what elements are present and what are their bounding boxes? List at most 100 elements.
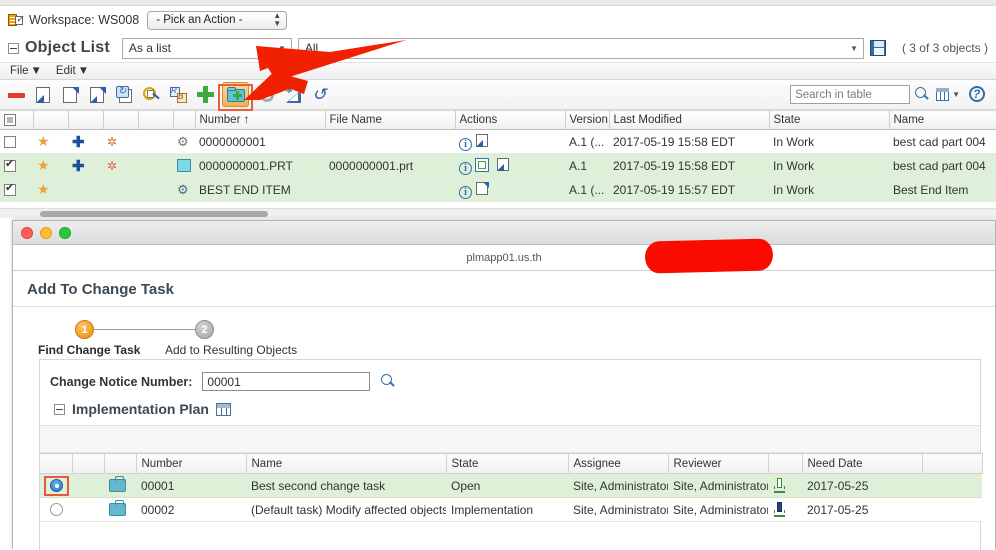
row-radio-selected[interactable] bbox=[50, 478, 63, 492]
row-checkbox[interactable] bbox=[4, 157, 16, 172]
wizard-step-2-label[interactable]: Add to Resulting Objects bbox=[165, 343, 297, 357]
collapse-toggle-icon[interactable]: − bbox=[54, 403, 65, 415]
magnifier-icon[interactable] bbox=[380, 374, 395, 389]
info-icon[interactable]: i bbox=[459, 137, 472, 151]
table-row[interactable]: 00002 (Default task) Modify affected obj… bbox=[40, 497, 982, 522]
refresh-object-icon[interactable]: ↻ bbox=[114, 84, 136, 106]
row-number[interactable]: BEST END ITEM bbox=[195, 177, 325, 202]
column-header-number[interactable]: Number ↑ bbox=[195, 110, 326, 130]
column-header-need-date[interactable]: Need Date bbox=[802, 453, 923, 474]
table-row[interactable]: ★ ✚ ✲ 0000000001.PRT 0000000001.prt i bbox=[0, 153, 996, 178]
row-radio-cell[interactable] bbox=[40, 497, 72, 522]
row-add-cell[interactable]: ✚ bbox=[68, 129, 103, 154]
refresh-icon[interactable]: ↺ bbox=[310, 84, 332, 106]
horizontal-scrollbar[interactable] bbox=[0, 208, 996, 218]
wizard-step-2[interactable]: 2 bbox=[195, 320, 214, 339]
search-input[interactable]: Search in table bbox=[790, 85, 911, 104]
asterisk-icon[interactable]: ✲ bbox=[107, 159, 117, 173]
table-row[interactable]: ★ ✚ ✲ ⚙ 0000000001 i A.1 (... 2017-05-19… bbox=[0, 129, 996, 154]
rename-icon[interactable]: R B bbox=[168, 84, 190, 106]
column-header-type[interactable] bbox=[173, 110, 196, 130]
column-header-priority[interactable] bbox=[768, 453, 803, 474]
view-details-icon[interactable] bbox=[475, 157, 490, 172]
row-actions-cell[interactable]: i bbox=[455, 129, 565, 154]
checkout-icon[interactable] bbox=[475, 133, 490, 148]
save-icon[interactable] bbox=[869, 40, 886, 56]
column-header-actions[interactable]: Actions bbox=[455, 110, 566, 130]
close-button[interactable] bbox=[21, 226, 33, 239]
select-all-header[interactable] bbox=[0, 110, 34, 130]
copy-document-icon[interactable] bbox=[475, 181, 490, 196]
column-header-version[interactable]: Version bbox=[565, 110, 610, 130]
row-checkbox[interactable] bbox=[4, 181, 16, 196]
column-header-expand[interactable] bbox=[68, 110, 104, 130]
add-new-icon[interactable] bbox=[195, 84, 217, 106]
column-header-state[interactable]: State bbox=[446, 453, 569, 474]
url-bar[interactable]: plmapp01.us.th bbox=[13, 245, 995, 271]
info-icon[interactable]: i bbox=[459, 185, 472, 199]
column-header-state[interactable]: State bbox=[769, 110, 890, 130]
wizard-step-1-label[interactable]: Find Change Task bbox=[38, 343, 140, 357]
table-row[interactable]: 00001 Best second change task Open Site,… bbox=[40, 473, 982, 498]
row-radio-cell[interactable] bbox=[40, 473, 72, 498]
view-mode-select[interactable]: As a list ▼ bbox=[121, 37, 292, 59]
column-header-assignee[interactable]: Assignee bbox=[568, 453, 669, 474]
column-header-name[interactable]: Name bbox=[246, 453, 447, 474]
checkout-icon[interactable] bbox=[496, 157, 511, 172]
column-header-favorite[interactable] bbox=[33, 110, 69, 130]
row-checkbox-cell[interactable] bbox=[0, 129, 33, 154]
row-number[interactable]: 00001 bbox=[136, 473, 246, 498]
column-header-name[interactable]: Name bbox=[889, 110, 996, 130]
change-notice-input[interactable]: 00001 bbox=[202, 372, 371, 391]
column-header-file-name[interactable]: File Name bbox=[325, 110, 456, 130]
star-icon[interactable]: ★ bbox=[37, 181, 50, 197]
star-icon[interactable]: ★ bbox=[37, 157, 50, 173]
paste-icon[interactable] bbox=[87, 84, 109, 106]
grid-icon[interactable] bbox=[215, 402, 231, 416]
edit-attributes-icon[interactable] bbox=[141, 84, 163, 106]
menu-edit[interactable]: Edit ▼ bbox=[56, 65, 89, 77]
pick-an-action-select[interactable]: - Pick an Action - ▲ ▼ bbox=[147, 10, 288, 30]
row-actions-cell[interactable]: i bbox=[455, 153, 565, 178]
remove-icon[interactable] bbox=[6, 84, 28, 106]
info-icon[interactable]: i bbox=[459, 161, 472, 175]
collapse-toggle-icon[interactable]: − bbox=[8, 42, 19, 54]
table-options-icon[interactable] bbox=[934, 84, 950, 106]
chevron-down-icon[interactable]: ▼ bbox=[952, 90, 960, 99]
row-flag-cell[interactable]: ✲ bbox=[103, 129, 138, 154]
maximize-button[interactable] bbox=[59, 226, 71, 239]
star-icon[interactable]: ★ bbox=[37, 133, 50, 149]
plus-icon[interactable]: ✚ bbox=[72, 134, 85, 151]
row-add-cell[interactable]: ✚ bbox=[68, 153, 103, 178]
minimize-button[interactable] bbox=[40, 226, 52, 239]
measure-icon[interactable]: ✱ bbox=[283, 84, 305, 106]
row-checkbox[interactable] bbox=[4, 135, 16, 148]
column-header-number[interactable]: Number bbox=[136, 453, 247, 474]
cut-icon[interactable] bbox=[33, 84, 55, 106]
table-row[interactable]: ★ ⚙ BEST END ITEM i A.1 (... 2017-05-19 … bbox=[0, 177, 996, 202]
help-icon[interactable]: ? bbox=[968, 84, 986, 106]
row-checkbox-cell[interactable] bbox=[0, 177, 33, 202]
row-number[interactable]: 00002 bbox=[136, 497, 246, 522]
row-favorite-cell[interactable]: ★ bbox=[33, 153, 68, 178]
row-number[interactable]: 0000000001 bbox=[195, 129, 325, 154]
column-header-flag[interactable] bbox=[103, 110, 139, 130]
asterisk-icon[interactable]: ✲ bbox=[107, 135, 117, 149]
select-all-checkbox[interactable] bbox=[4, 113, 16, 126]
row-favorite-cell[interactable]: ★ bbox=[33, 129, 68, 154]
row-number[interactable]: 0000000001.PRT bbox=[195, 153, 325, 178]
column-header-last-modified[interactable]: Last Modified bbox=[609, 110, 770, 130]
scrollbar-thumb[interactable] bbox=[40, 211, 268, 217]
column-header-blank[interactable] bbox=[138, 110, 174, 130]
row-checkbox-cell[interactable] bbox=[0, 153, 33, 178]
column-header-reviewer[interactable]: Reviewer bbox=[668, 453, 769, 474]
copy-icon[interactable] bbox=[60, 84, 82, 106]
menu-file[interactable]: File ▼ bbox=[10, 65, 42, 77]
row-favorite-cell[interactable]: ★ bbox=[33, 177, 68, 202]
search-icon[interactable] bbox=[913, 84, 931, 106]
row-flag-cell[interactable]: ✲ bbox=[103, 153, 138, 178]
wizard-step-1[interactable]: 1 bbox=[75, 320, 94, 339]
plus-icon[interactable]: ✚ bbox=[72, 158, 85, 175]
row-actions-cell[interactable]: i bbox=[455, 177, 565, 202]
settings-icon[interactable]: ✱ bbox=[256, 84, 278, 106]
